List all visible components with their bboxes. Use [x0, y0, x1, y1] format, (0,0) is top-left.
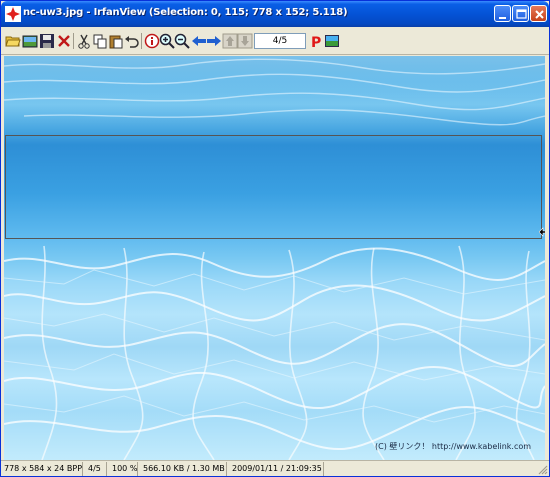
delete-icon[interactable] [56, 33, 72, 49]
window-title: nc-uw3.jpg - IrfanView (Selection: 0, 11… [23, 7, 348, 18]
paste-icon[interactable] [108, 33, 124, 49]
thumbnails-icon[interactable] [22, 33, 38, 49]
undo-icon[interactable] [124, 33, 140, 49]
zoom-out-icon[interactable] [174, 33, 190, 49]
zoom-in-icon[interactable] [159, 33, 175, 49]
save-icon[interactable] [39, 33, 55, 49]
minimize-button[interactable] [494, 5, 511, 22]
resize-grip-icon[interactable] [536, 463, 548, 475]
close-icon [535, 10, 544, 19]
page-number-field[interactable]: 4/5 [254, 33, 306, 49]
selection-rectangle[interactable] [5, 135, 542, 239]
svg-text:P: P [311, 35, 321, 49]
last-file-icon[interactable] [237, 33, 253, 49]
title-bar[interactable]: nc-uw3.jpg - IrfanView (Selection: 0, 11… [1, 1, 549, 27]
status-bar: 778 x 584 x 24 BPP 4/5 100 % 566.10 KB /… [1, 460, 549, 476]
image-canvas[interactable]: (C) 壁リンク！ http://www.kabelink.com [4, 56, 545, 460]
underwater-photo [4, 56, 545, 460]
first-file-icon[interactable] [222, 33, 238, 49]
status-datetime: 2009/01/11 / 21:09:35 [229, 462, 324, 476]
resize-cursor-icon [539, 227, 545, 237]
cut-icon[interactable] [76, 33, 92, 49]
previous-icon[interactable] [191, 33, 207, 49]
toolbar-separator [73, 33, 74, 49]
toolbar: 4/5 P [1, 28, 549, 55]
next-icon[interactable] [206, 33, 222, 49]
copy-icon[interactable] [92, 33, 108, 49]
maximize-icon [516, 9, 527, 19]
slideshow-icon[interactable] [324, 33, 340, 49]
print-icon[interactable]: P [309, 33, 325, 49]
toolbar-separator [141, 33, 142, 49]
status-dimensions: 778 x 584 x 24 BPP [1, 462, 83, 476]
close-button[interactable] [530, 5, 547, 22]
minimize-icon [499, 17, 506, 19]
irfanview-app-icon[interactable] [5, 6, 21, 22]
status-zoom: 100 % [109, 462, 138, 476]
open-folder-icon[interactable] [5, 33, 21, 49]
irfanview-window: nc-uw3.jpg - IrfanView (Selection: 0, 11… [0, 0, 550, 477]
image-credit: (C) 壁リンク！ http://www.kabelink.com [375, 442, 532, 451]
status-memory: 566.10 KB / 1.30 MB [140, 462, 227, 476]
maximize-button[interactable] [512, 5, 529, 22]
status-file-index: 4/5 [85, 462, 107, 476]
info-icon[interactable] [144, 33, 160, 49]
